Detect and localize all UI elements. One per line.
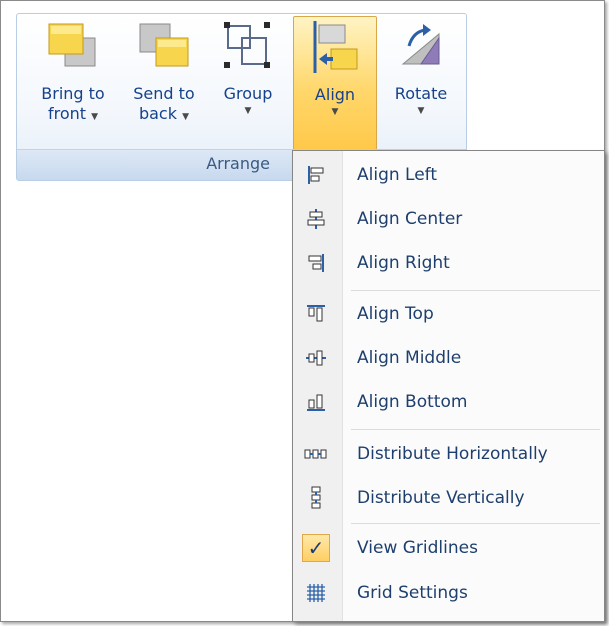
bring-to-front-label-2: front ▼ <box>47 104 99 123</box>
rotate-button[interactable]: Rotate ▼ <box>381 16 461 150</box>
menu-item-label: Align Top <box>357 304 434 324</box>
menu-item-label: Distribute Horizontally <box>357 444 548 464</box>
send-to-back-label-2: back ▼ <box>138 104 190 123</box>
align-middle-icon <box>301 343 331 373</box>
menu-separator <box>351 523 600 524</box>
send-to-back-button[interactable]: Send to back ▼ <box>121 16 207 150</box>
menu-item-align-top[interactable]: Align Top <box>295 292 602 336</box>
align-icon <box>313 21 358 73</box>
align-left-icon <box>301 160 331 190</box>
rotate-icon <box>401 24 440 65</box>
bring-to-front-button[interactable]: Bring to front ▼ <box>27 16 119 150</box>
align-button[interactable]: Align ▼ <box>293 16 377 150</box>
chevron-down-icon: ▼ <box>331 107 339 117</box>
menu-item-label: Align Center <box>357 209 463 229</box>
align-label: Align <box>314 85 356 104</box>
grid-icon <box>301 578 331 608</box>
send-to-back-label: Send to <box>133 84 195 103</box>
align-center-icon <box>301 204 331 234</box>
distribute-vertically-icon <box>301 483 331 513</box>
menu-item-label: Distribute Vertically <box>357 488 525 508</box>
chevron-down-icon: ▼ <box>417 106 425 116</box>
align-dropdown-menu: Align Left Align Center Align Right Alig… <box>292 150 605 622</box>
menu-item-label: Align Middle <box>357 348 462 368</box>
group-icon <box>224 22 270 68</box>
rotate-label: Rotate <box>394 84 448 103</box>
align-right-icon <box>301 248 331 278</box>
check-box-wrapper: ✓ <box>301 533 331 563</box>
menu-item-label: View Gridlines <box>357 538 478 558</box>
group-button[interactable]: Group ▼ <box>209 16 287 150</box>
window-frame: Bring to front ▼ Send to back ▼ Group ▼ … <box>0 0 605 622</box>
menu-item-align-right[interactable]: Align Right <box>295 241 602 285</box>
menu-item-label: Align Bottom <box>357 392 468 412</box>
distribute-horizontally-icon <box>301 439 331 469</box>
menu-item-label: Align Right <box>357 253 450 273</box>
menu-item-grid-settings[interactable]: Grid Settings <box>295 571 602 615</box>
menu-item-align-left[interactable]: Align Left <box>295 153 602 197</box>
align-top-icon <box>301 299 331 329</box>
bring-to-front-icon <box>48 23 96 67</box>
menu-separator <box>351 429 600 430</box>
menu-item-label: Grid Settings <box>357 583 468 603</box>
menu-item-align-center[interactable]: Align Center <box>295 197 602 241</box>
send-to-back-icon <box>139 23 189 67</box>
arrange-group-label: Arrange <box>206 154 270 173</box>
menu-separator <box>351 290 600 291</box>
chevron-down-icon: ▼ <box>91 112 99 122</box>
menu-item-label: Align Left <box>357 165 438 185</box>
chevron-down-icon: ▼ <box>244 106 252 116</box>
menu-item-distribute-horizontally[interactable]: Distribute Horizontally <box>295 432 602 476</box>
chevron-down-icon: ▼ <box>182 112 190 122</box>
menu-item-view-gridlines[interactable]: ✓ View Gridlines <box>295 526 602 570</box>
align-bottom-icon <box>301 387 331 417</box>
bring-to-front-label: Bring to <box>41 84 105 103</box>
menu-item-distribute-vertically[interactable]: Distribute Vertically <box>295 476 602 520</box>
menu-item-align-bottom[interactable]: Align Bottom <box>295 380 602 424</box>
group-label: Group <box>223 84 273 103</box>
menu-item-align-middle[interactable]: Align Middle <box>295 336 602 380</box>
checkmark-icon: ✓ <box>302 534 330 562</box>
